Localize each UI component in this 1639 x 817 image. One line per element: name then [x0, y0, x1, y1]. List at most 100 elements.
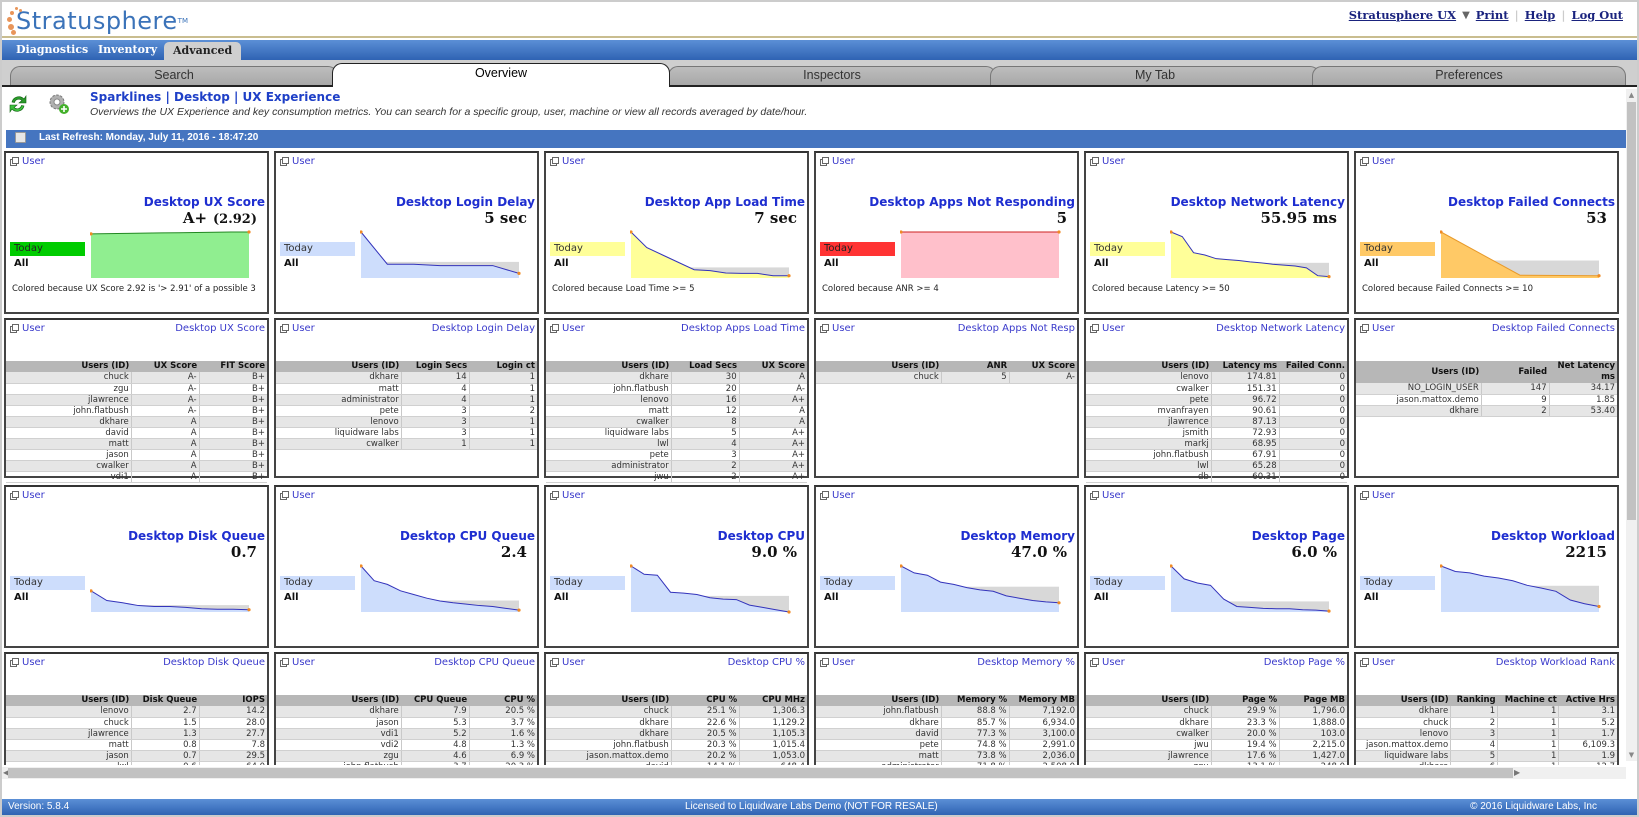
table-title-link[interactable]: Desktop Failed Connects — [1492, 323, 1615, 334]
column-header[interactable]: Users (ID) — [1356, 361, 1482, 383]
tab-inspectors[interactable]: Inspectors — [668, 66, 996, 85]
today-button[interactable]: Today — [10, 242, 85, 256]
tab-overview[interactable]: Overview — [332, 63, 670, 87]
vertical-scrollbar[interactable]: ▲ ▼ — [1626, 89, 1637, 761]
sparkline-title[interactable]: Desktop Network Latency — [1171, 195, 1345, 209]
table-row[interactable]: john.flatbush A- B+ — [6, 405, 267, 417]
all-button[interactable]: All — [1094, 258, 1109, 269]
scroll-up-icon[interactable]: ▲ — [1626, 89, 1637, 101]
user-popout-link[interactable]: User — [820, 490, 855, 501]
all-button[interactable]: All — [284, 592, 299, 603]
today-button[interactable]: Today — [280, 576, 355, 590]
table-row[interactable]: pete 3 A+ — [546, 449, 807, 461]
today-button[interactable]: Today — [550, 576, 625, 590]
column-header[interactable]: Latency ms — [1211, 361, 1280, 372]
table-row[interactable]: matt 4 1 — [276, 383, 537, 395]
table-row[interactable]: lenovo 3 1 1.7 — [1356, 728, 1617, 740]
table-row[interactable]: markj 68.95 0 — [1086, 438, 1347, 450]
table-row[interactable]: dkhare 14 1 — [276, 372, 537, 384]
column-header[interactable]: Page % — [1211, 695, 1280, 706]
user-popout-link[interactable]: User — [280, 323, 315, 334]
logout-link[interactable]: Log Out — [1572, 8, 1624, 22]
user-popout-link[interactable]: User — [550, 156, 585, 167]
column-header[interactable]: Users (ID) — [276, 695, 402, 706]
sparkline-title[interactable]: Desktop Memory — [960, 529, 1075, 543]
all-button[interactable]: All — [1364, 258, 1379, 269]
settings-add-icon[interactable] — [47, 92, 71, 116]
table-row[interactable]: pete 74.8 % 2,991.0 — [816, 739, 1077, 751]
column-header[interactable]: Memory MB — [1009, 695, 1077, 706]
column-header[interactable]: Users (ID) — [816, 361, 942, 372]
sparkline-title[interactable]: Desktop CPU Queue — [400, 529, 535, 543]
table-row[interactable]: jsmith 72.93 0 — [1086, 427, 1347, 439]
table-row[interactable]: jwu 2 A+ — [546, 471, 807, 483]
vertical-scroll-thumb[interactable] — [1627, 102, 1636, 520]
table-title-link[interactable]: Desktop Apps Not Resp — [958, 323, 1075, 334]
column-header[interactable]: Memory % — [941, 695, 1010, 706]
user-popout-link[interactable]: User — [550, 490, 585, 501]
user-popout-link[interactable]: User — [1090, 156, 1125, 167]
today-button[interactable]: Today — [1090, 242, 1165, 256]
table-row[interactable]: lwl0.664.0 — [6, 761, 267, 765]
user-popout-link[interactable]: User — [1360, 657, 1395, 668]
table-row[interactable]: david 77.3 % 3,100.0 — [816, 728, 1077, 740]
table-row[interactable]: john.flatbush3.720.3 % — [276, 761, 537, 765]
user-popout-link[interactable]: User — [1090, 490, 1125, 501]
user-popout-link[interactable]: User — [10, 657, 45, 668]
auto-refresh-checkbox[interactable] — [15, 132, 26, 143]
table-row[interactable]: cwalker A B+ — [6, 460, 267, 472]
column-header[interactable]: UX Score — [739, 361, 807, 372]
column-header[interactable]: Disk Queue — [131, 695, 200, 706]
table-row[interactable]: pete 96.72 0 — [1086, 394, 1347, 406]
table-row[interactable]: jason 0.7 29.5 — [6, 750, 267, 762]
sparkline-title[interactable]: Desktop Page — [1252, 529, 1345, 543]
table-row[interactable]: dkhare 1 1 3.1 — [1356, 706, 1617, 718]
table-row[interactable]: dkhare 20.5 % 1,105.3 — [546, 728, 807, 740]
table-row[interactable]: dkhare A B+ — [6, 416, 267, 428]
table-row[interactable]: liquidware labs 3 1 — [276, 427, 537, 439]
table-row[interactable]: chuck 29.9 % 1,796.0 — [1086, 706, 1347, 718]
column-header[interactable]: CPU % — [469, 695, 537, 706]
table-row[interactable]: vdi1 5.2 1.6 % — [276, 728, 537, 740]
nav-advanced[interactable]: Advanced — [164, 42, 242, 60]
table-row[interactable]: db 60.31 0 — [1086, 471, 1347, 483]
table-row[interactable]: lenovo 174.81 0 — [1086, 372, 1347, 384]
sparkline-title[interactable]: Desktop UX Score — [144, 195, 265, 209]
table-title-link[interactable]: Desktop Memory % — [977, 657, 1075, 668]
table-row[interactable]: jlawrence A- B+ — [6, 394, 267, 406]
today-button[interactable]: Today — [820, 576, 895, 590]
table-row[interactable]: dkhare 85.7 % 6,934.0 — [816, 717, 1077, 729]
table-row[interactable]: administrator 2 A+ — [546, 460, 807, 472]
product-menu-link[interactable]: Stratusphere UX — [1349, 8, 1456, 22]
table-row[interactable]: dkhare6112.7 — [1356, 761, 1617, 765]
user-popout-link[interactable]: User — [280, 657, 315, 668]
all-button[interactable]: All — [824, 258, 839, 269]
table-row[interactable]: cwalker 8 A — [546, 416, 807, 428]
table-row[interactable]: matt 0.8 7.8 — [6, 739, 267, 751]
sparkline-title[interactable]: Desktop Disk Queue — [128, 529, 265, 543]
table-row[interactable]: liquidware labs 5 1 1.9 — [1356, 750, 1617, 762]
table-row[interactable]: jason.mattox.demo 20.2 % 1,053.0 — [546, 750, 807, 762]
all-button[interactable]: All — [554, 592, 569, 603]
table-row[interactable]: dkhare 30 A — [546, 372, 807, 384]
today-button[interactable]: Today — [550, 242, 625, 256]
column-header[interactable]: Login Secs — [401, 361, 470, 372]
tab-preferences[interactable]: Preferences — [1312, 66, 1626, 85]
today-button[interactable]: Today — [1360, 576, 1435, 590]
all-button[interactable]: All — [14, 258, 29, 269]
table-row[interactable]: david A B+ — [6, 427, 267, 439]
today-button[interactable]: Today — [820, 242, 895, 256]
tab-my-tab[interactable]: My Tab — [990, 66, 1320, 85]
table-row[interactable]: chuck A- B+ — [6, 372, 267, 384]
column-header[interactable]: Machine ct — [1497, 695, 1559, 706]
user-popout-link[interactable]: User — [820, 657, 855, 668]
table-row[interactable]: zgu 4.6 6.9 % — [276, 750, 537, 762]
table-row[interactable]: jwu 19.4 % 2,215.0 — [1086, 739, 1347, 751]
table-row[interactable]: matt 12 A — [546, 405, 807, 417]
user-popout-link[interactable]: User — [10, 323, 45, 334]
table-row[interactable]: jason 5.3 3.7 % — [276, 717, 537, 729]
user-popout-link[interactable]: User — [1090, 657, 1125, 668]
column-header[interactable]: Page MB — [1279, 695, 1347, 706]
sparkline-title[interactable]: Desktop App Load Time — [645, 195, 805, 209]
sparkline-title[interactable]: Desktop Login Delay — [396, 195, 535, 209]
